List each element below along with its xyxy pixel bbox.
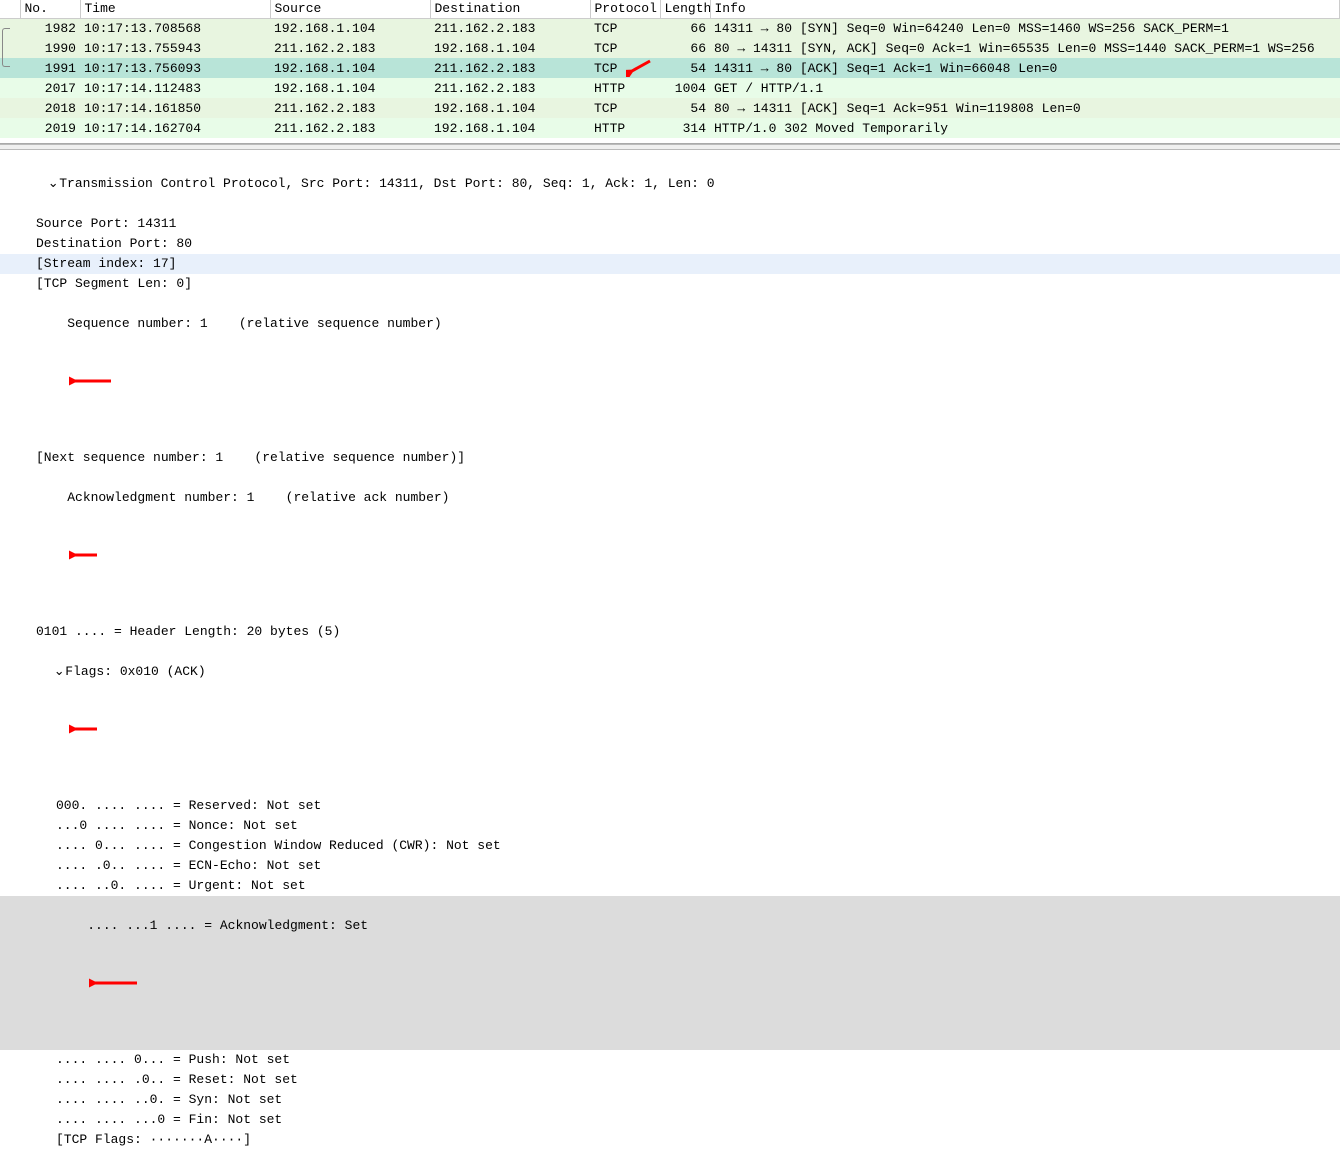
cell-protocol: TCP	[590, 18, 660, 38]
table-row[interactable]: 199110:17:13.756093192.168.1.104211.162.…	[0, 58, 1340, 78]
cell-length: 66	[660, 38, 710, 58]
annotation-arrow-icon	[626, 59, 652, 77]
cell-destination: 192.168.1.104	[430, 118, 590, 138]
cell-info: 14311 → 80 [SYN] Seq=0 Win=64240 Len=0 M…	[710, 18, 1340, 38]
detail-segment-len[interactable]: [TCP Segment Len: 0]	[0, 274, 1340, 294]
flag-push[interactable]: .... .... 0... = Push: Not set	[0, 1050, 1340, 1070]
col-len[interactable]: Length	[660, 0, 710, 18]
detail-dst-port[interactable]: Destination Port: 80	[0, 234, 1340, 254]
cell-destination: 211.162.2.183	[430, 78, 590, 98]
cell-destination: 192.168.1.104	[430, 98, 590, 118]
table-row[interactable]: 201910:17:14.162704211.162.2.183192.168.…	[0, 118, 1340, 138]
table-row[interactable]: 201810:17:14.161850211.162.2.183192.168.…	[0, 98, 1340, 118]
col-time[interactable]: Time	[80, 0, 270, 18]
conn-marker-cell	[0, 58, 20, 78]
table-row[interactable]: 199010:17:13.755943211.162.2.183192.168.…	[0, 38, 1340, 58]
col-info[interactable]: Info	[710, 0, 1340, 18]
cell-length: 1004	[660, 78, 710, 98]
cell-info: GET / HTTP/1.1	[710, 78, 1340, 98]
flags-section-header[interactable]: ⌄Flags: 0x010 (ACK)	[0, 642, 1340, 796]
cell-time: 10:17:14.161850	[80, 98, 270, 118]
cell-time: 10:17:13.756093	[80, 58, 270, 78]
cell-source: 192.168.1.104	[270, 18, 430, 38]
cell-destination: 211.162.2.183	[430, 58, 590, 78]
flag-cwr[interactable]: .... 0... .... = Congestion Window Reduc…	[0, 836, 1340, 856]
flags-header-text: Flags: 0x010 (ACK)	[65, 664, 205, 679]
annotation-arrow-icon	[69, 508, 116, 602]
flag-syn[interactable]: .... .... ..0. = Syn: Not set	[0, 1090, 1340, 1110]
conn-marker-cell	[0, 78, 20, 98]
conn-marker-cell	[0, 118, 20, 138]
packet-table[interactable]: No. Time Source Destination Protocol Len…	[0, 0, 1340, 138]
flag-reserved[interactable]: 000. .... .... = Reserved: Not set	[0, 796, 1340, 816]
flag-nonce[interactable]: ...0 .... .... = Nonce: Not set	[0, 816, 1340, 836]
cell-info: 80 → 14311 [ACK] Seq=1 Ack=951 Win=11980…	[710, 98, 1340, 118]
cell-protocol: TCP	[590, 38, 660, 58]
cell-source: 211.162.2.183	[270, 98, 430, 118]
table-row[interactable]: 201710:17:14.112483192.168.1.104211.162.…	[0, 78, 1340, 98]
conn-marker-cell	[0, 98, 20, 118]
cell-time: 10:17:14.162704	[80, 118, 270, 138]
cell-length: 314	[660, 118, 710, 138]
detail-ack-number[interactable]: Acknowledgment number: 1 (relative ack n…	[0, 468, 1340, 622]
cell-source: 192.168.1.104	[270, 78, 430, 98]
conn-marker-cell	[0, 18, 20, 38]
expand-toggle-icon[interactable]: ⌄	[53, 662, 65, 682]
cell-no: 2017	[20, 78, 80, 98]
cell-source: 192.168.1.104	[270, 58, 430, 78]
col-marker[interactable]	[0, 0, 20, 18]
cell-destination: 211.162.2.183	[430, 18, 590, 38]
cell-source: 211.162.2.183	[270, 118, 430, 138]
table-row[interactable]: 198210:17:13.708568192.168.1.104211.162.…	[0, 18, 1340, 38]
col-no[interactable]: No.	[20, 0, 80, 18]
flag-ecn[interactable]: .... .0.. .... = ECN-Echo: Not set	[0, 856, 1340, 876]
col-proto[interactable]: Protocol	[590, 0, 660, 18]
flag-ack[interactable]: .... ...1 .... = Acknowledgment: Set	[0, 896, 1340, 1050]
cell-info: 80 → 14311 [SYN, ACK] Seq=0 Ack=1 Win=65…	[710, 38, 1340, 58]
col-dst[interactable]: Destination	[430, 0, 590, 18]
cell-no: 1982	[20, 18, 80, 38]
packet-list-pane[interactable]: No. Time Source Destination Protocol Len…	[0, 0, 1340, 144]
detail-stream-index[interactable]: [Stream index: 17]	[0, 254, 1340, 274]
cell-no: 1991	[20, 58, 80, 78]
packet-details-pane[interactable]: ⌄Transmission Control Protocol, Src Port…	[0, 150, 1340, 1150]
detail-seq-number[interactable]: Sequence number: 1 (relative sequence nu…	[0, 294, 1340, 448]
cell-protocol: HTTP	[590, 118, 660, 138]
cell-info: HTTP/1.0 302 Moved Temporarily	[710, 118, 1340, 138]
cell-length: 54	[660, 98, 710, 118]
tcp-header-text: Transmission Control Protocol, Src Port:…	[59, 176, 714, 191]
cell-protocol: HTTP	[590, 78, 660, 98]
flag-urg[interactable]: .... ..0. .... = Urgent: Not set	[0, 876, 1340, 896]
cell-time: 10:17:13.755943	[80, 38, 270, 58]
cell-time: 10:17:14.112483	[80, 78, 270, 98]
cell-source: 211.162.2.183	[270, 38, 430, 58]
detail-header-len[interactable]: 0101 .... = Header Length: 20 bytes (5)	[0, 622, 1340, 642]
tcp-section-header[interactable]: ⌄Transmission Control Protocol, Src Port…	[0, 154, 1340, 214]
flag-fin[interactable]: .... .... ...0 = Fin: Not set	[0, 1110, 1340, 1130]
cell-length: 66	[660, 18, 710, 38]
conn-marker-cell	[0, 38, 20, 58]
cell-destination: 192.168.1.104	[430, 38, 590, 58]
cell-no: 2018	[20, 98, 80, 118]
annotation-arrow-icon	[69, 682, 116, 776]
cell-no: 2019	[20, 118, 80, 138]
detail-next-seq[interactable]: [Next sequence number: 1 (relative seque…	[0, 448, 1340, 468]
detail-src-port[interactable]: Source Port: 14311	[0, 214, 1340, 234]
col-src[interactable]: Source	[270, 0, 430, 18]
annotation-arrow-icon	[69, 334, 116, 428]
cell-protocol: TCP	[590, 58, 660, 78]
cell-info: 14311 → 80 [ACK] Seq=1 Ack=1 Win=66048 L…	[710, 58, 1340, 78]
cell-protocol: TCP	[590, 98, 660, 118]
tcp-flags-summary[interactable]: [TCP Flags: ·······A····]	[0, 1130, 1340, 1150]
cell-length: 54	[660, 58, 710, 78]
flag-reset[interactable]: .... .... .0.. = Reset: Not set	[0, 1070, 1340, 1090]
cell-no: 1990	[20, 38, 80, 58]
expand-toggle-icon[interactable]: ⌄	[47, 174, 59, 194]
cell-time: 10:17:13.708568	[80, 18, 270, 38]
annotation-arrow-icon	[89, 936, 139, 1030]
